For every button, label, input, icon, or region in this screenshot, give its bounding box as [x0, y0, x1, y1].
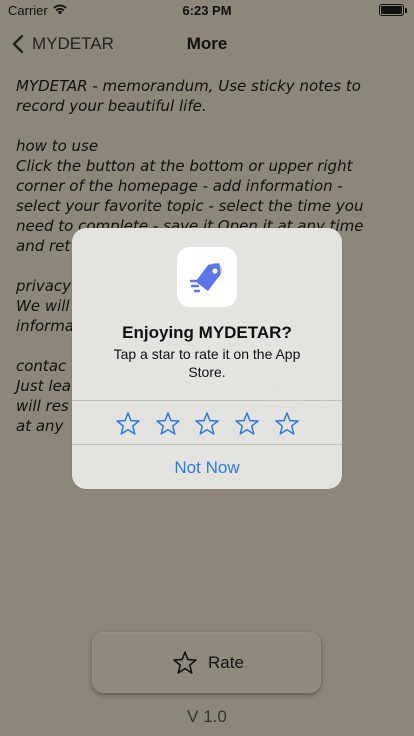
star-5-icon[interactable]: [274, 411, 300, 437]
star-3-icon[interactable]: [194, 411, 220, 437]
star-rating[interactable]: [72, 408, 342, 440]
rate-button-label: Rate: [208, 653, 244, 672]
tag-icon: [189, 263, 222, 293]
not-now-button[interactable]: Not Now: [72, 458, 342, 478]
star-4-icon[interactable]: [234, 411, 260, 437]
divider: [72, 444, 342, 445]
star-2-icon[interactable]: [155, 411, 181, 437]
app-icon: [177, 247, 237, 307]
rating-dialog: Enjoying MYDETAR? Tap a star to rate it …: [72, 228, 342, 489]
star-icon: [173, 651, 197, 674]
rate-button[interactable]: Rate: [92, 632, 321, 693]
version-label: V 1.0: [187, 707, 227, 726]
divider: [72, 400, 342, 401]
dialog-message: Tap a star to rate it on the App Store.: [113, 346, 301, 380]
star-1-icon[interactable]: [115, 411, 141, 437]
dialog-title: Enjoying MYDETAR?: [122, 323, 292, 342]
